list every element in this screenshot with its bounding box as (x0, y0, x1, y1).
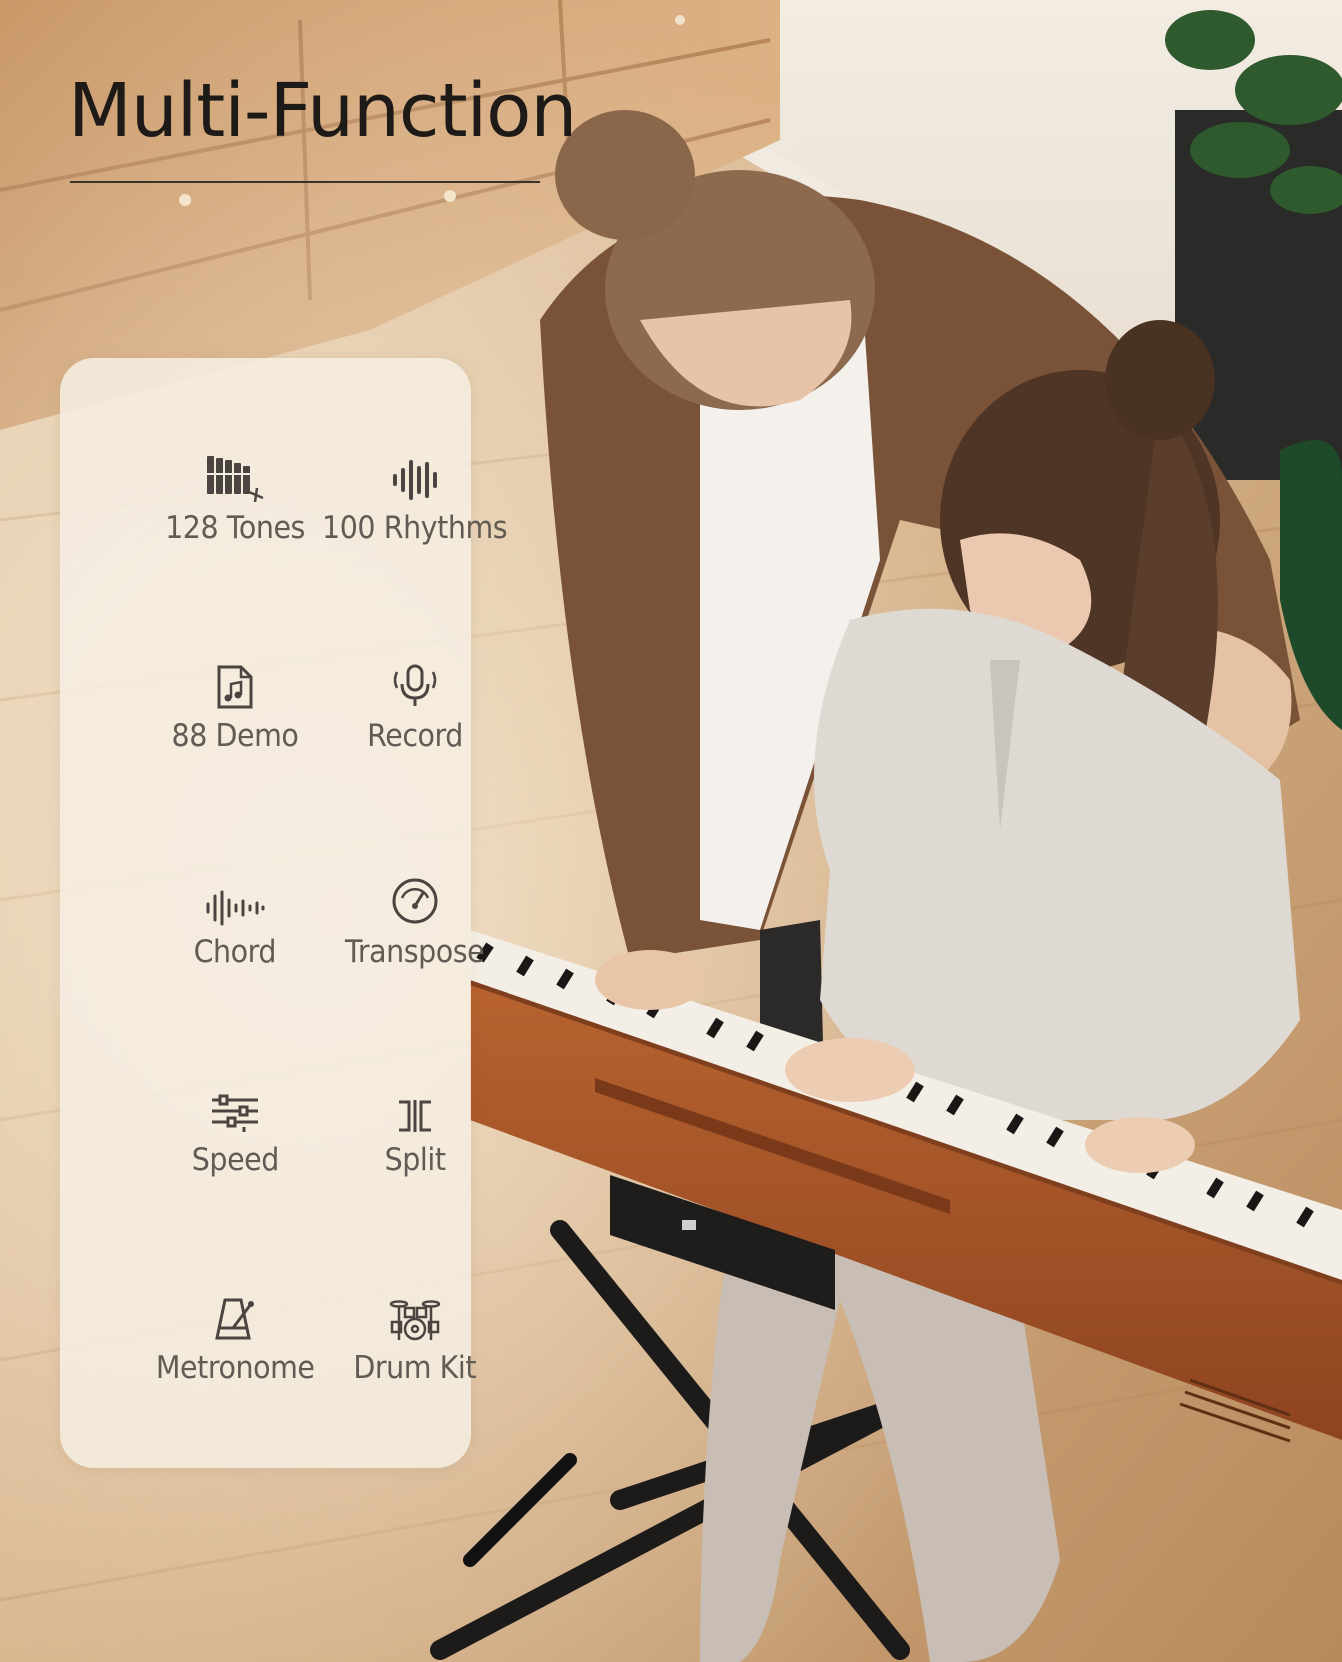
drum-kit-icon (389, 1284, 441, 1342)
feature-chord: Chord (140, 868, 330, 998)
feature-split: Split (320, 1076, 510, 1206)
music-file-icon (215, 652, 255, 710)
sliders-icon (210, 1076, 260, 1134)
feature-drum-kit: Drum Kit (320, 1284, 510, 1414)
feature-label: Transpose (345, 934, 485, 970)
microphone-icon (391, 652, 439, 710)
feature-label: Split (384, 1142, 446, 1178)
xylophone-icon (205, 444, 265, 502)
feature-demo: 88 Demo (140, 652, 330, 782)
feature-label: Speed (191, 1142, 279, 1178)
feature-speed: Speed (140, 1076, 330, 1206)
feature-panel: 128 Tones 100 Rhythms 88 Demo Record Cho… (60, 358, 508, 1468)
feature-rhythms: 100 Rhythms (320, 444, 510, 574)
feature-tones: 128 Tones (140, 444, 330, 574)
feature-record: Record (320, 652, 510, 782)
waveform-icon (205, 868, 265, 926)
feature-metronome: Metronome (140, 1284, 330, 1414)
feature-label: 100 Rhythms (322, 510, 508, 546)
feature-label: Record (367, 718, 463, 754)
title-underline (70, 181, 540, 183)
gauge-icon (390, 868, 440, 926)
feature-label: 88 Demo (171, 718, 299, 754)
metronome-icon (213, 1284, 257, 1342)
feature-label: Drum Kit (353, 1350, 477, 1386)
sound-wave-icon (391, 444, 439, 502)
feature-transpose: Transpose (320, 868, 510, 998)
feature-label: 128 Tones (165, 510, 305, 546)
page-title: Multi-Function (68, 68, 577, 154)
split-icon (395, 1076, 435, 1134)
feature-label: Chord (193, 934, 277, 970)
feature-label: Metronome (155, 1350, 315, 1386)
